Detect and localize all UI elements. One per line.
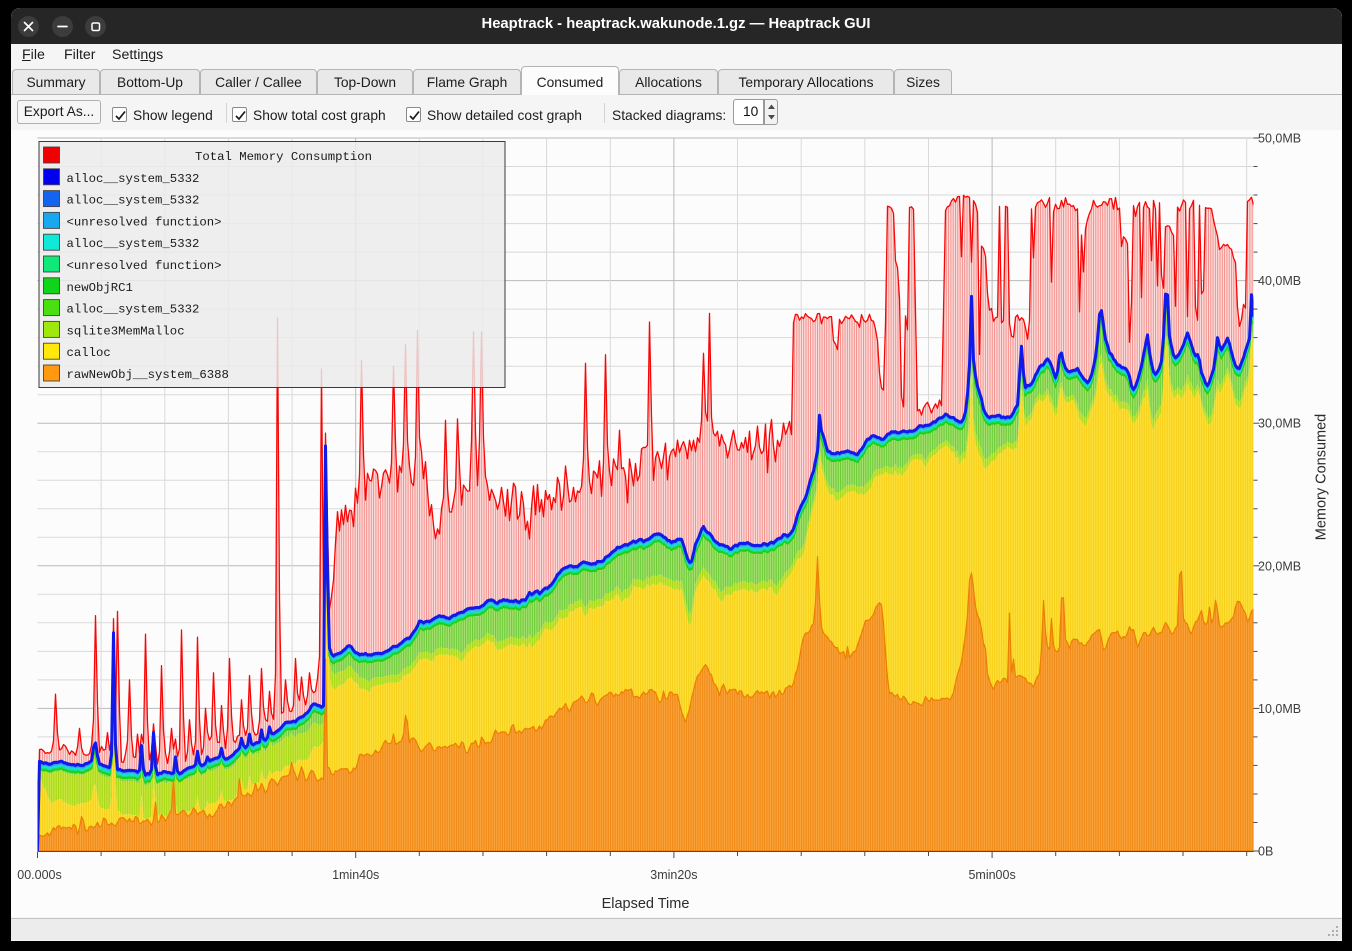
svg-text:1min40s: 1min40s — [332, 868, 379, 882]
svg-text:Elapsed Time: Elapsed Time — [601, 896, 689, 912]
svg-text:calloc: calloc — [66, 346, 110, 360]
svg-text:3min20s: 3min20s — [650, 868, 697, 882]
svg-text:<unresolved function>: <unresolved function> — [66, 215, 221, 229]
svg-text:alloc__system_5332: alloc__system_5332 — [66, 194, 199, 208]
svg-text:alloc__system_5332: alloc__system_5332 — [66, 237, 199, 251]
svg-text:<unresolved function>: <unresolved function> — [66, 259, 221, 273]
svg-text:50,0MB: 50,0MB — [1258, 132, 1301, 146]
svg-text:Memory Consumed: Memory Consumed — [1313, 414, 1329, 541]
svg-text:newObjRC1: newObjRC1 — [66, 281, 132, 295]
svg-text:5min00s: 5min00s — [968, 868, 1015, 882]
svg-text:0B: 0B — [1258, 845, 1273, 859]
svg-text:sqlite3MemMalloc: sqlite3MemMalloc — [66, 324, 184, 338]
svg-text:00.000s: 00.000s — [17, 868, 61, 882]
svg-text:20,0MB: 20,0MB — [1258, 559, 1301, 573]
svg-text:40,0MB: 40,0MB — [1258, 274, 1301, 288]
svg-text:alloc__system_5332: alloc__system_5332 — [66, 303, 199, 317]
svg-text:Total Memory Consumption: Total Memory Consumption — [194, 150, 371, 164]
svg-text:alloc__system_5332: alloc__system_5332 — [66, 172, 199, 186]
svg-text:10,0MB: 10,0MB — [1258, 702, 1301, 716]
svg-text:rawNewObj__system_6388: rawNewObj__system_6388 — [66, 368, 228, 382]
svg-text:30,0MB: 30,0MB — [1258, 417, 1301, 431]
